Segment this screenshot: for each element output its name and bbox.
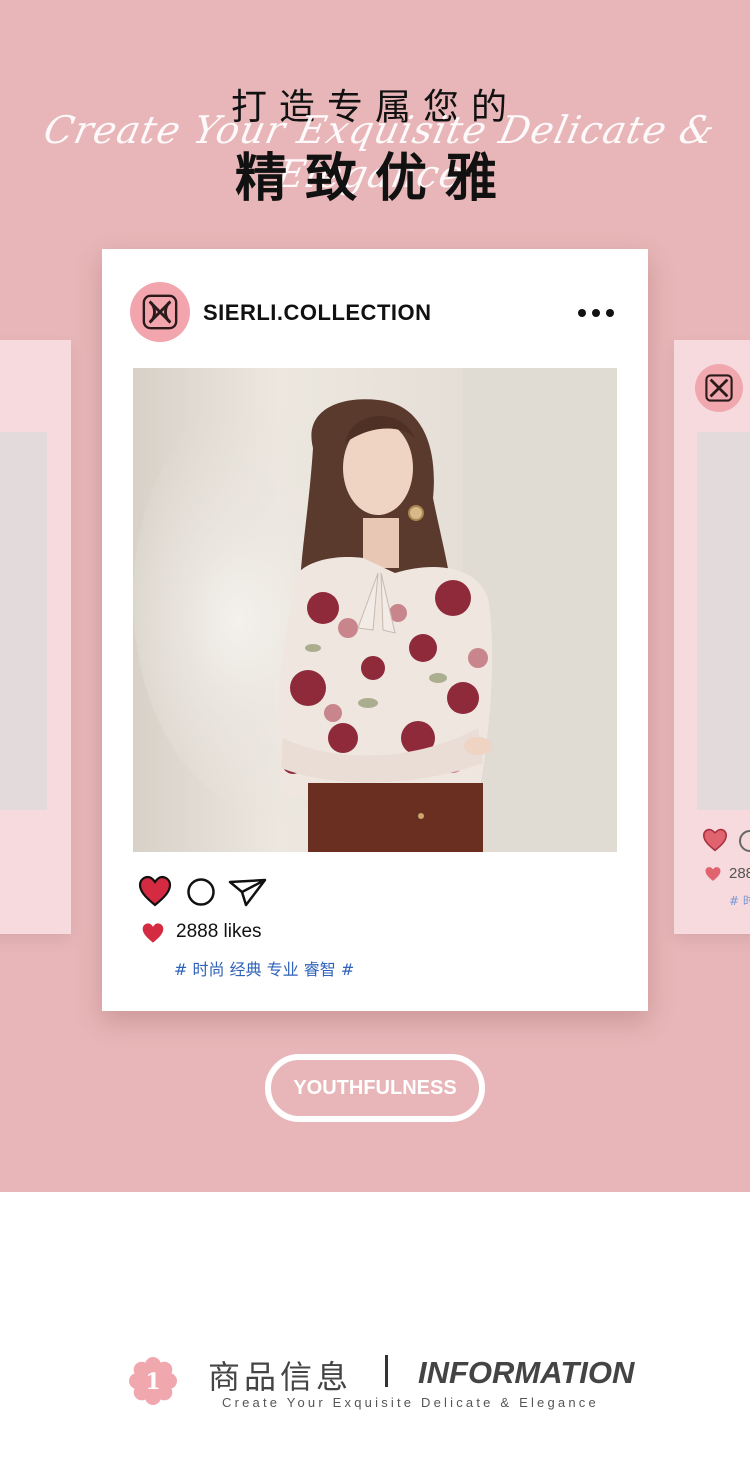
- side-post-card-right: 288 # 时: [674, 340, 750, 934]
- title-divider: [385, 1355, 388, 1387]
- model-photo-illustration: [133, 368, 617, 852]
- side-tags: # 时: [729, 894, 750, 908]
- side-likes: 288: [729, 865, 750, 882]
- section-title-cn: 商品信息: [208, 1358, 353, 1396]
- side-photo-placeholder: [0, 432, 47, 810]
- hero-section: 打造专属您的 Create Your Exquisite Delicate & …: [0, 0, 750, 1192]
- heart-icon: [702, 828, 728, 852]
- account-name[interactable]: SIERLI.COLLECTION: [203, 300, 432, 326]
- side-post-card-left: [0, 340, 71, 934]
- brand-logo-icon[interactable]: [130, 282, 190, 342]
- hashtags[interactable]: # 时尚 经典 专业 睿智 #: [174, 956, 354, 980]
- heart-icon[interactable]: [138, 875, 172, 907]
- section-title-en: INFORMATION: [418, 1355, 635, 1390]
- section-subtitle: Create Your Exquisite Delicate & Eleganc…: [222, 1395, 599, 1410]
- heart-icon: [705, 867, 721, 881]
- youthfulness-badge[interactable]: YOUTHFULNESS: [265, 1054, 485, 1122]
- more-horizontal-icon[interactable]: [576, 301, 616, 325]
- likes-count: 2888 likes: [176, 921, 262, 942]
- post-card: SIERLI.COLLECTION 2888 likes # 时尚 经典 专业 …: [102, 249, 648, 1011]
- send-icon[interactable]: [228, 876, 268, 908]
- brand-logo-icon: [695, 364, 743, 412]
- comment-icon: [739, 830, 750, 852]
- flower-number-icon: 1: [129, 1357, 177, 1405]
- comment-icon[interactable]: [186, 877, 216, 907]
- likes-heart-icon: [142, 923, 164, 943]
- headline-main: 精致优雅: [234, 149, 515, 209]
- post-photo: [133, 368, 617, 852]
- section-number: 1: [145, 1369, 160, 1395]
- side-photo-placeholder: [697, 432, 750, 810]
